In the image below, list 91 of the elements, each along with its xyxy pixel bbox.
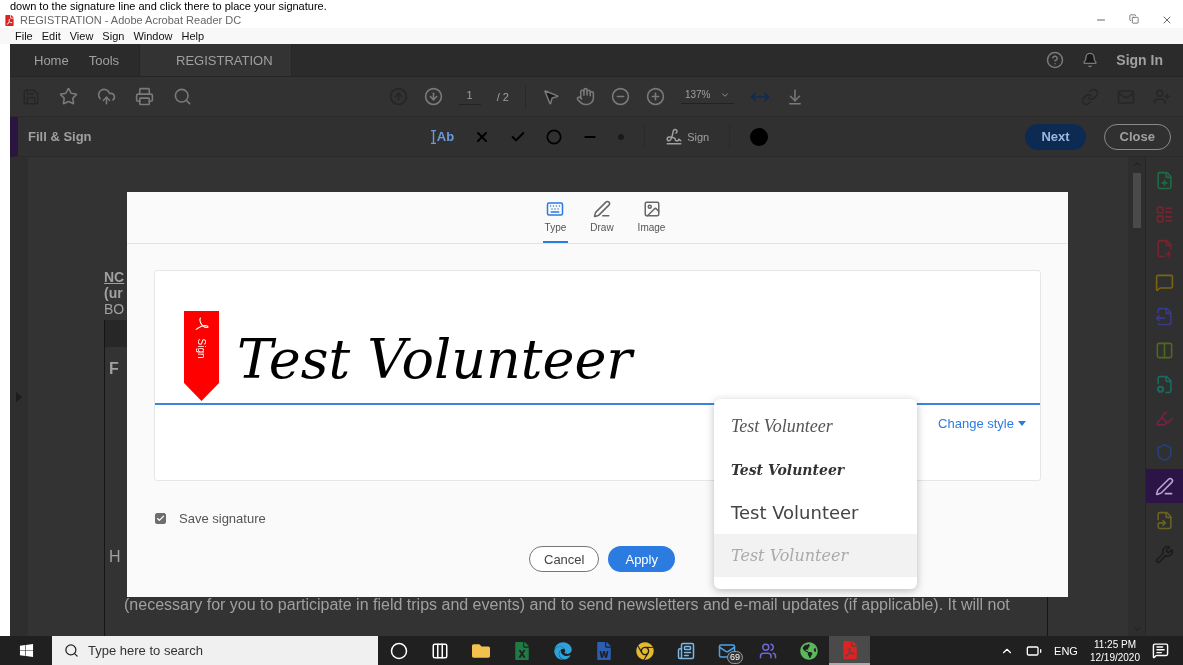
tab[interactable]: Home <box>24 44 79 76</box>
clock[interactable]: 11:25 PM 12/19/2020 <box>1089 637 1140 664</box>
time-text: 11:25 PM <box>1093 637 1136 651</box>
browser-icon <box>553 641 572 660</box>
document-text: F <box>109 360 119 378</box>
style-option[interactable]: Test Volunteer <box>714 448 917 491</box>
task-view-icon <box>430 641 449 660</box>
tab[interactable]: Type <box>542 192 569 243</box>
zoom-out-icon[interactable] <box>610 87 630 106</box>
globe-icon <box>799 641 818 660</box>
news-icon <box>676 641 695 660</box>
signature-text: Test Volunteer <box>237 333 633 387</box>
document-text: H <box>109 548 121 566</box>
tab[interactable]: Draw <box>588 192 616 243</box>
search-field[interactable]: Type here to search <box>52 636 378 665</box>
document-text: (necessary for you to participate in field trips and events) and to send newsletters and e-mail updates (if applicable). It will not <box>124 596 1010 614</box>
page-total: / 2 <box>496 90 509 103</box>
document-text: NC <box>104 269 125 285</box>
date-text: 12/19/2020 <box>1089 650 1140 664</box>
toolbar-title: Fill & Sign <box>28 129 93 144</box>
windows-icon <box>18 643 34 658</box>
restore-icon[interactable] <box>1129 14 1139 24</box>
people-icon <box>758 641 777 660</box>
search-icon <box>64 643 79 658</box>
tab[interactable]: Image <box>635 192 668 243</box>
count-badge: 69 <box>727 651 743 664</box>
taskbar-app[interactable]: 69 <box>706 636 747 665</box>
menu-item[interactable]: Edit <box>41 30 61 42</box>
document-text: (ur <box>104 285 123 301</box>
acrobat-icon <box>194 317 209 331</box>
sign-button[interactable]: Sign <box>665 127 710 146</box>
color-swatch[interactable] <box>750 127 769 146</box>
page-number-field[interactable]: 1 <box>458 88 481 105</box>
tab-label: Home <box>34 52 69 68</box>
tab[interactable]: Tools <box>78 44 130 76</box>
printer-icon[interactable] <box>135 87 154 106</box>
checkbox-label: Save signature <box>179 511 266 526</box>
notification-icon[interactable] <box>1152 642 1169 659</box>
instruction-text: down to the signature line and click there to place your signature. <box>10 0 327 12</box>
pointer-icon[interactable] <box>541 87 560 106</box>
next-button[interactable]: Next <box>1025 123 1086 150</box>
pdf-icon <box>840 640 859 659</box>
caret-icon <box>1018 421 1026 426</box>
tab-label: Tools <box>88 52 120 68</box>
tab-label: Draw <box>590 222 614 233</box>
menu-item[interactable]: Sign <box>102 30 125 42</box>
scrollbar[interactable] <box>1128 157 1145 636</box>
tab-label: REGISTRATION <box>176 52 273 68</box>
zoom-dropdown[interactable]: 137% <box>680 89 735 104</box>
image-icon <box>642 200 661 218</box>
spreadsheet-icon <box>512 641 531 660</box>
window-title: REGISTRATION - Adobe Acrobat Reader DC <box>20 14 242 26</box>
check-icon <box>156 514 165 523</box>
style-option[interactable]: Test Volunteer <box>714 491 917 534</box>
language-indicator[interactable]: ENG <box>1054 644 1078 657</box>
scrollbar-thumb[interactable] <box>1132 173 1141 228</box>
keyboard-icon <box>546 200 565 218</box>
document-icon <box>594 641 613 660</box>
browser-icon <box>635 641 654 660</box>
menu-item[interactable]: Help <box>181 30 205 42</box>
zoom-in-icon[interactable] <box>645 87 665 106</box>
cloud-upload-icon[interactable] <box>97 87 116 106</box>
help-icon[interactable] <box>1046 51 1065 69</box>
apply-button[interactable]: Apply <box>608 546 675 572</box>
tool-button[interactable] <box>1145 469 1183 503</box>
folder-icon <box>471 641 490 660</box>
pen-icon <box>592 200 611 218</box>
cancel-button[interactable]: Cancel <box>529 546 600 572</box>
text-tool[interactable]: Ab <box>430 129 455 144</box>
arrow-down-icon[interactable] <box>423 87 443 106</box>
pdf-icon <box>4 14 15 26</box>
change-style-link[interactable]: Change style <box>938 416 1026 431</box>
tab-label: Image <box>637 222 666 233</box>
pen-icon <box>665 127 684 146</box>
bell-icon[interactable] <box>1082 52 1099 68</box>
checkbox[interactable] <box>155 513 166 524</box>
circle-icon <box>389 641 408 660</box>
search-icon[interactable] <box>173 87 192 106</box>
tab-label: Type <box>544 222 567 233</box>
hand-icon[interactable] <box>575 87 595 106</box>
menu-item[interactable]: View <box>69 30 94 42</box>
style-option[interactable]: Test Volunteer <box>714 405 917 448</box>
flag-label: Sign <box>196 338 207 359</box>
menu-item[interactable]: Window <box>133 30 173 42</box>
cursor-icon <box>430 129 436 144</box>
close-icon[interactable] <box>1161 14 1173 26</box>
sign-in-link[interactable]: Sign In <box>1116 52 1163 68</box>
menu-item[interactable]: File <box>15 30 33 42</box>
document-text: BO <box>104 301 125 317</box>
star-icon[interactable] <box>59 87 78 106</box>
tab[interactable]: REGISTRATION <box>139 44 293 76</box>
